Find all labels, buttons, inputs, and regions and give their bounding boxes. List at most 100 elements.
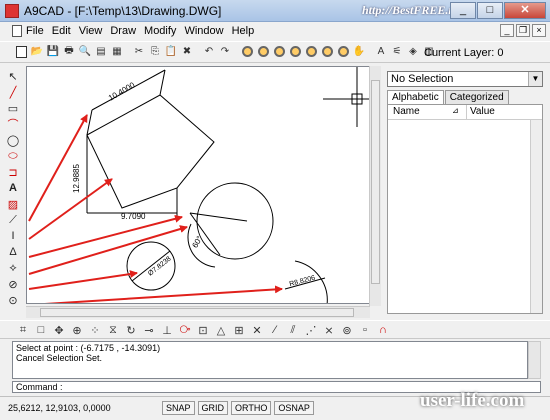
canvas-vertical-scrollbar[interactable] <box>369 66 381 306</box>
snap-intersection-icon[interactable]: ⧖ <box>106 323 120 337</box>
delete-icon[interactable]: ✖ <box>180 44 194 59</box>
scroll-thumb[interactable] <box>371 80 380 284</box>
minimize-button[interactable]: _ <box>450 2 476 19</box>
zoom-in-icon[interactable] <box>304 44 318 59</box>
column-value[interactable]: Value <box>470 106 495 117</box>
zoom-all-icon[interactable] <box>256 44 270 59</box>
snap-nearest-icon[interactable]: ✕ <box>250 323 264 337</box>
arc-icon[interactable]: ⌒ <box>6 117 20 131</box>
snap-parallel-icon[interactable]: ⫽ <box>286 323 300 337</box>
snap-tangent-icon[interactable]: ⊸ <box>142 323 156 337</box>
scroll-thumb[interactable] <box>40 308 354 317</box>
annotation-arrow <box>44 285 283 303</box>
chevron-down-icon[interactable]: ▼ <box>528 72 542 86</box>
dimension-label: 10.4000 <box>107 80 137 103</box>
print-icon[interactable]: 🖶 <box>62 44 76 59</box>
menu-window[interactable]: Window <box>184 25 223 37</box>
dimension-diameter-icon[interactable]: ⊘ <box>6 277 20 291</box>
ortho-toggle[interactable]: ORTHO <box>231 401 272 415</box>
print-preview-icon[interactable]: 🔍 <box>78 44 92 59</box>
pan-icon[interactable]: ✋ <box>352 44 366 59</box>
select-icon[interactable]: ↖ <box>6 69 20 83</box>
menu-edit[interactable]: Edit <box>52 25 71 37</box>
snap-box-icon[interactable]: □ <box>34 323 48 337</box>
selection-dropdown[interactable]: No Selection ▼ <box>387 71 543 87</box>
dimension-linear-icon[interactable]: I <box>6 229 20 243</box>
layer-manager-icon[interactable]: ◈ <box>406 44 420 59</box>
menu-modify[interactable]: Modify <box>144 25 176 37</box>
tab-categorized[interactable]: Categorized <box>444 90 509 104</box>
dimension-arc-icon[interactable]: ⊙ <box>6 293 20 307</box>
annotation-arrow <box>28 178 113 240</box>
snap-node-icon[interactable]: ⁘ <box>88 323 102 337</box>
save-icon[interactable]: 💾 <box>46 44 60 59</box>
snap-insert-icon[interactable]: ⊡ <box>196 323 210 337</box>
circle-icon[interactable]: ◯ <box>6 133 20 147</box>
menu-view[interactable]: View <box>79 25 103 37</box>
line-icon[interactable]: ╱ <box>6 85 20 99</box>
osnap-toggle[interactable]: OSNAP <box>274 401 314 415</box>
mdi-restore-button[interactable]: ❐ <box>516 24 530 37</box>
zoom-window-icon[interactable] <box>240 44 254 59</box>
new-file-icon[interactable] <box>14 44 28 59</box>
menu-file[interactable]: File <box>26 25 44 37</box>
undo-icon[interactable]: ↶ <box>202 44 216 59</box>
maximize-button[interactable]: □ <box>477 2 503 19</box>
snap-midpoint-icon[interactable]: △ <box>214 323 228 337</box>
command-history-scrollbar[interactable] <box>528 341 541 379</box>
snap-perpendicular-icon[interactable]: ⊥ <box>160 323 174 337</box>
zoom-realtime-icon[interactable] <box>336 44 350 59</box>
canvas-horizontal-scrollbar[interactable] <box>26 306 370 318</box>
dim-style-icon[interactable]: ⚟ <box>390 44 404 59</box>
open-folder-icon[interactable]: 📂 <box>30 44 44 59</box>
polyline-icon[interactable]: ⊐ <box>6 165 20 179</box>
snap-move-icon[interactable]: ✥ <box>52 323 66 337</box>
hatch-icon[interactable]: ▨ <box>6 197 20 211</box>
grid-scrollbar[interactable] <box>530 120 542 313</box>
ellipse-icon[interactable]: ⬭ <box>6 149 20 163</box>
column-name[interactable]: Name <box>393 106 420 117</box>
zoom-previous-icon[interactable] <box>288 44 302 59</box>
grid-toggle[interactable]: GRID <box>197 401 229 415</box>
mdi-close-button[interactable]: × <box>532 24 546 37</box>
dimension-label: 12.9885 <box>72 164 81 193</box>
zoom-extents-icon[interactable] <box>272 44 286 59</box>
zoom-out-icon[interactable] <box>320 44 334 59</box>
text-style-icon[interactable]: A <box>374 44 388 59</box>
close-button[interactable]: ✕ <box>504 2 546 19</box>
rotate-icon[interactable]: ↻ <box>124 323 138 337</box>
document-icon[interactable] <box>12 25 22 37</box>
paste-icon[interactable]: 📋 <box>164 44 178 59</box>
print-setup-icon[interactable]: ▤ <box>94 44 108 59</box>
mdi-minimize-button[interactable]: _ <box>500 24 514 37</box>
drawing-canvas[interactable]: 10.4000 12.9885 9.7090 60° Ø7.8238 R8.82… <box>26 66 378 304</box>
magnet-icon[interactable]: ∩ <box>376 323 390 337</box>
watermark-top: http://BestFREE.ru <box>362 3 460 17</box>
snap-circle-icon[interactable]: ⊚ <box>340 323 354 337</box>
snap-center-icon[interactable]: ⊕ <box>70 323 84 337</box>
snap-toggle[interactable]: SNAP <box>162 401 195 415</box>
cut-icon[interactable]: ✂ <box>132 44 146 59</box>
dimension-label: 9.7090 <box>121 212 146 221</box>
app-icon <box>5 4 19 18</box>
snap-endpoint-icon[interactable]: ⌗ <box>16 323 30 337</box>
snap-square-icon[interactable]: ▫ <box>358 323 372 337</box>
menu-help[interactable]: Help <box>232 25 255 37</box>
snap-quadrant-icon[interactable]: ⧂ <box>178 323 192 337</box>
circle-shape[interactable] <box>196 182 274 260</box>
rectangle-icon[interactable]: ▭ <box>6 101 20 115</box>
redo-icon[interactable]: ↷ <box>218 44 232 59</box>
text-icon[interactable]: A <box>6 181 20 195</box>
dimension-aligned-icon[interactable]: ⟋ <box>6 213 20 227</box>
snap-apparent-icon[interactable]: ⨯ <box>322 323 336 337</box>
snap-extension-icon[interactable]: ⁄ <box>268 323 282 337</box>
pentagon-shape[interactable] <box>86 94 215 209</box>
menu-draw[interactable]: Draw <box>110 25 136 37</box>
dimension-angular-icon[interactable]: Δ <box>6 245 20 259</box>
properties-icon[interactable]: ▦ <box>110 44 124 59</box>
snap-grid-icon[interactable]: ⊞ <box>232 323 246 337</box>
dimension-radius-icon[interactable]: ⟡ <box>6 261 20 275</box>
tab-alphabetic[interactable]: Alphabetic <box>387 90 444 104</box>
snap-tracking-icon[interactable]: ⋰ <box>304 323 318 337</box>
copy-icon[interactable]: ⎘ <box>148 44 162 59</box>
